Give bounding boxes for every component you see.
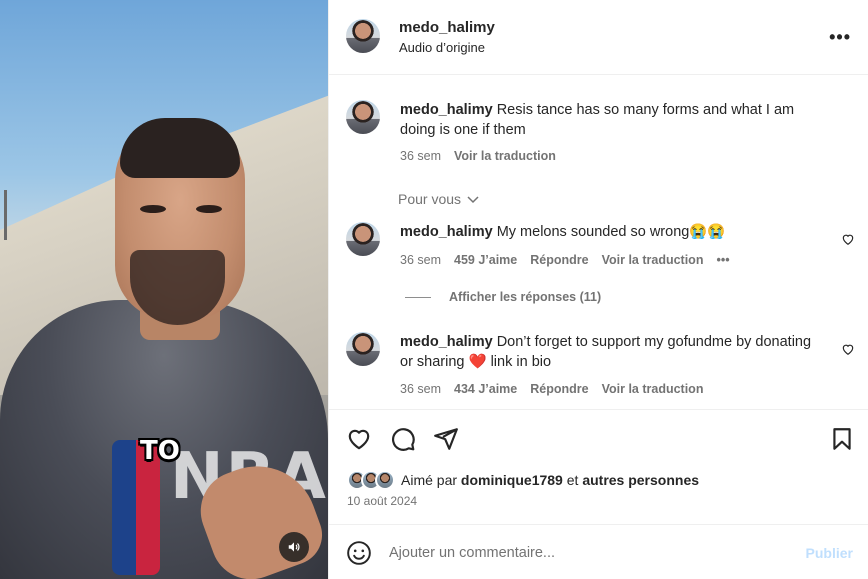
liked-by-text: Aimé par dominique1789 et autres personn… bbox=[401, 472, 699, 488]
reel-video[interactable]: NBA TO bbox=[0, 0, 328, 579]
audio-link[interactable]: Audio d’origine bbox=[399, 40, 485, 55]
comment-username[interactable]: medo_halimy bbox=[400, 102, 493, 118]
comment-body: My melons sounded so wrong😭😭 bbox=[496, 224, 726, 240]
liked-by-mid: et bbox=[566, 472, 579, 488]
person-eye-left bbox=[140, 205, 166, 213]
avatar[interactable] bbox=[346, 332, 380, 366]
post-actions: Aimé par dominique1789 et autres personn… bbox=[329, 409, 868, 524]
emoji-icon[interactable] bbox=[346, 540, 372, 566]
comment-username[interactable]: medo_halimy bbox=[400, 334, 493, 350]
header-username[interactable]: medo_halimy bbox=[399, 19, 495, 36]
avatar[interactable] bbox=[346, 100, 380, 134]
mute-button[interactable] bbox=[279, 532, 309, 562]
show-replies-label: Afficher les réponses (11) bbox=[449, 290, 602, 304]
comment-bubble-icon[interactable] bbox=[390, 426, 416, 452]
comment-username[interactable]: medo_halimy bbox=[400, 224, 493, 240]
publish-button[interactable]: Publier bbox=[806, 545, 853, 561]
comment-input[interactable] bbox=[389, 537, 789, 569]
post-header: medo_halimy Audio d’origine ••• bbox=[329, 0, 868, 75]
comment-time[interactable]: 36 sem bbox=[400, 382, 441, 396]
share-send-icon[interactable] bbox=[433, 426, 459, 452]
for-you-label: Pour vous bbox=[398, 191, 462, 207]
comment-likes[interactable]: 434 J’aime bbox=[454, 382, 517, 396]
avatar[interactable] bbox=[346, 19, 380, 53]
for-you-toggle[interactable]: Pour vous bbox=[398, 191, 479, 207]
comment-time[interactable]: 36 sem bbox=[400, 253, 441, 267]
reply-button[interactable]: Répondre bbox=[530, 253, 588, 267]
comment-text: medo_halimy Resis tance has so many form… bbox=[400, 100, 820, 140]
translate-link[interactable]: Voir la traduction bbox=[454, 149, 556, 163]
liked-by-others[interactable]: autres personnes bbox=[582, 472, 699, 488]
background-pole bbox=[4, 190, 7, 240]
post-date[interactable]: 10 août 2024 bbox=[347, 494, 417, 508]
comment-meta: 36 sem 434 J’aime Répondre Voir la tradu… bbox=[400, 382, 703, 396]
like-heart-icon[interactable] bbox=[346, 426, 372, 452]
reply-button[interactable]: Répondre bbox=[530, 382, 588, 396]
comment-more-button[interactable]: ••• bbox=[716, 253, 729, 267]
comment-likes[interactable]: 459 J’aime bbox=[454, 253, 517, 267]
post-panel: medo_halimy Audio d’origine ••• medo_hal… bbox=[328, 0, 868, 579]
comments-list[interactable]: medo_halimy Resis tance has so many form… bbox=[329, 76, 868, 409]
person-eye-right bbox=[196, 205, 222, 213]
replies-divider bbox=[405, 296, 431, 298]
comment-time[interactable]: 36 sem bbox=[400, 149, 441, 163]
avatar bbox=[375, 470, 395, 490]
like-comment-heart-icon[interactable] bbox=[841, 232, 855, 246]
person-hair bbox=[120, 118, 240, 178]
comment-meta: 36 sem 459 J’aime Répondre Voir la tradu… bbox=[400, 253, 730, 267]
comment-text: medo_halimy My melons sounded so wrong😭😭 bbox=[400, 222, 820, 242]
like-comment-heart-icon[interactable] bbox=[841, 342, 855, 356]
liked-by-user[interactable]: dominique1789 bbox=[461, 472, 563, 488]
comment-meta: 36 sem Voir la traduction bbox=[400, 149, 556, 163]
avatar[interactable] bbox=[346, 222, 380, 256]
speaker-icon bbox=[288, 542, 300, 552]
show-replies-button[interactable]: Afficher les réponses (11) bbox=[405, 290, 601, 304]
liked-by-prefix: Aimé par bbox=[401, 472, 458, 488]
translate-link[interactable]: Voir la traduction bbox=[602, 382, 704, 396]
translate-link[interactable]: Voir la traduction bbox=[602, 253, 704, 267]
chevron-down-icon bbox=[467, 196, 479, 204]
comment-text: medo_halimy Don’t forget to support my g… bbox=[400, 332, 820, 372]
bookmark-icon[interactable] bbox=[829, 426, 855, 452]
video-caption: TO bbox=[140, 436, 180, 466]
more-options-button[interactable]: ••• bbox=[829, 27, 851, 48]
liked-by: Aimé par dominique1789 et autres personn… bbox=[347, 470, 699, 490]
comment-composer: Publier bbox=[329, 524, 868, 579]
